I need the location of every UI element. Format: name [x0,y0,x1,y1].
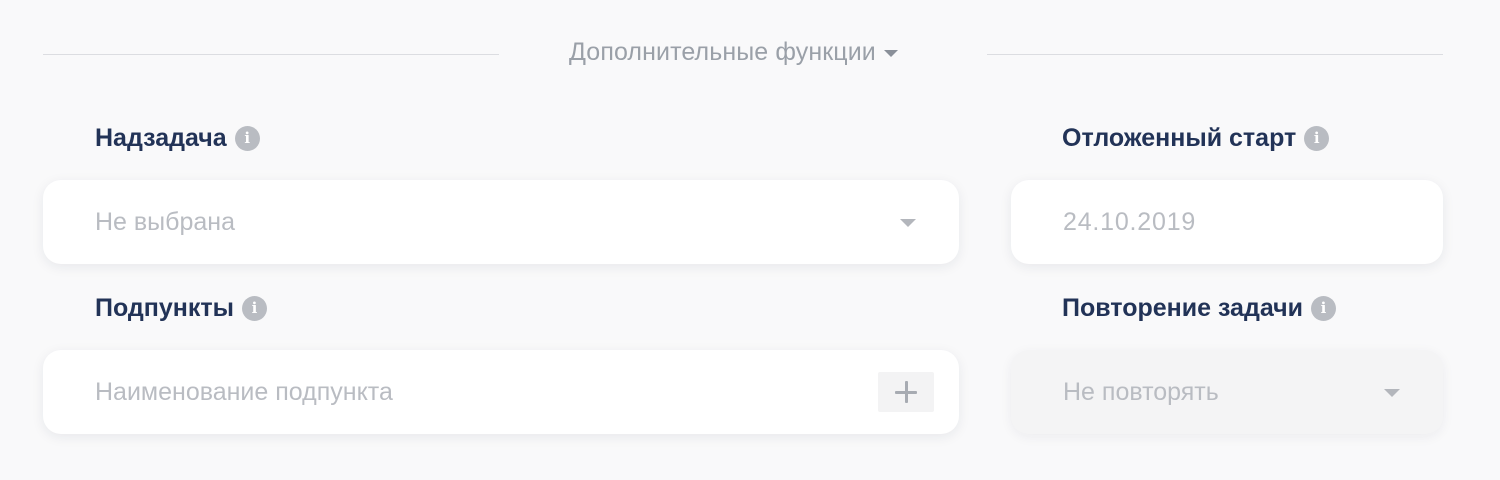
add-subitem-button[interactable] [878,372,934,412]
divider-right [987,54,1443,55]
repeat-value: Не повторять [1063,377,1219,406]
repeat-label: Повторение задачи [1062,294,1303,322]
repeat-label-row: Повторение задачи i [1062,294,1336,323]
additional-features-label: Дополнительные функции [569,38,876,66]
repeat-select[interactable]: Не повторять [1011,350,1443,434]
chevron-down-icon [883,50,898,57]
divider-left [43,54,499,55]
additional-features-toggle[interactable]: Дополнительные функции [569,38,898,67]
info-icon[interactable]: i [242,296,267,321]
subitems-label: Подпункты [95,294,234,322]
parent-task-select[interactable]: Не выбрана [43,180,959,264]
subitem-input-box [43,350,959,434]
parent-task-value: Не выбрана [95,207,235,236]
chevron-down-icon [900,219,916,227]
delayed-start-label-row: Отложенный старт i [1062,124,1330,153]
chevron-down-icon [1384,389,1400,397]
delayed-start-date-value: 24.10.2019 [1063,207,1197,236]
subitems-label-row: Подпункты i [95,294,267,323]
info-icon[interactable]: i [1311,296,1336,321]
delayed-start-label: Отложенный старт [1062,124,1297,152]
delayed-start-date-field[interactable]: 24.10.2019 [1011,180,1443,264]
info-icon[interactable]: i [1304,126,1330,151]
parent-task-label: Надзадача [95,124,227,152]
info-icon[interactable]: i [234,126,260,151]
parent-task-label-row: Надзадача i [95,124,260,153]
subitem-name-input[interactable] [95,377,855,407]
plus-icon [895,381,917,403]
